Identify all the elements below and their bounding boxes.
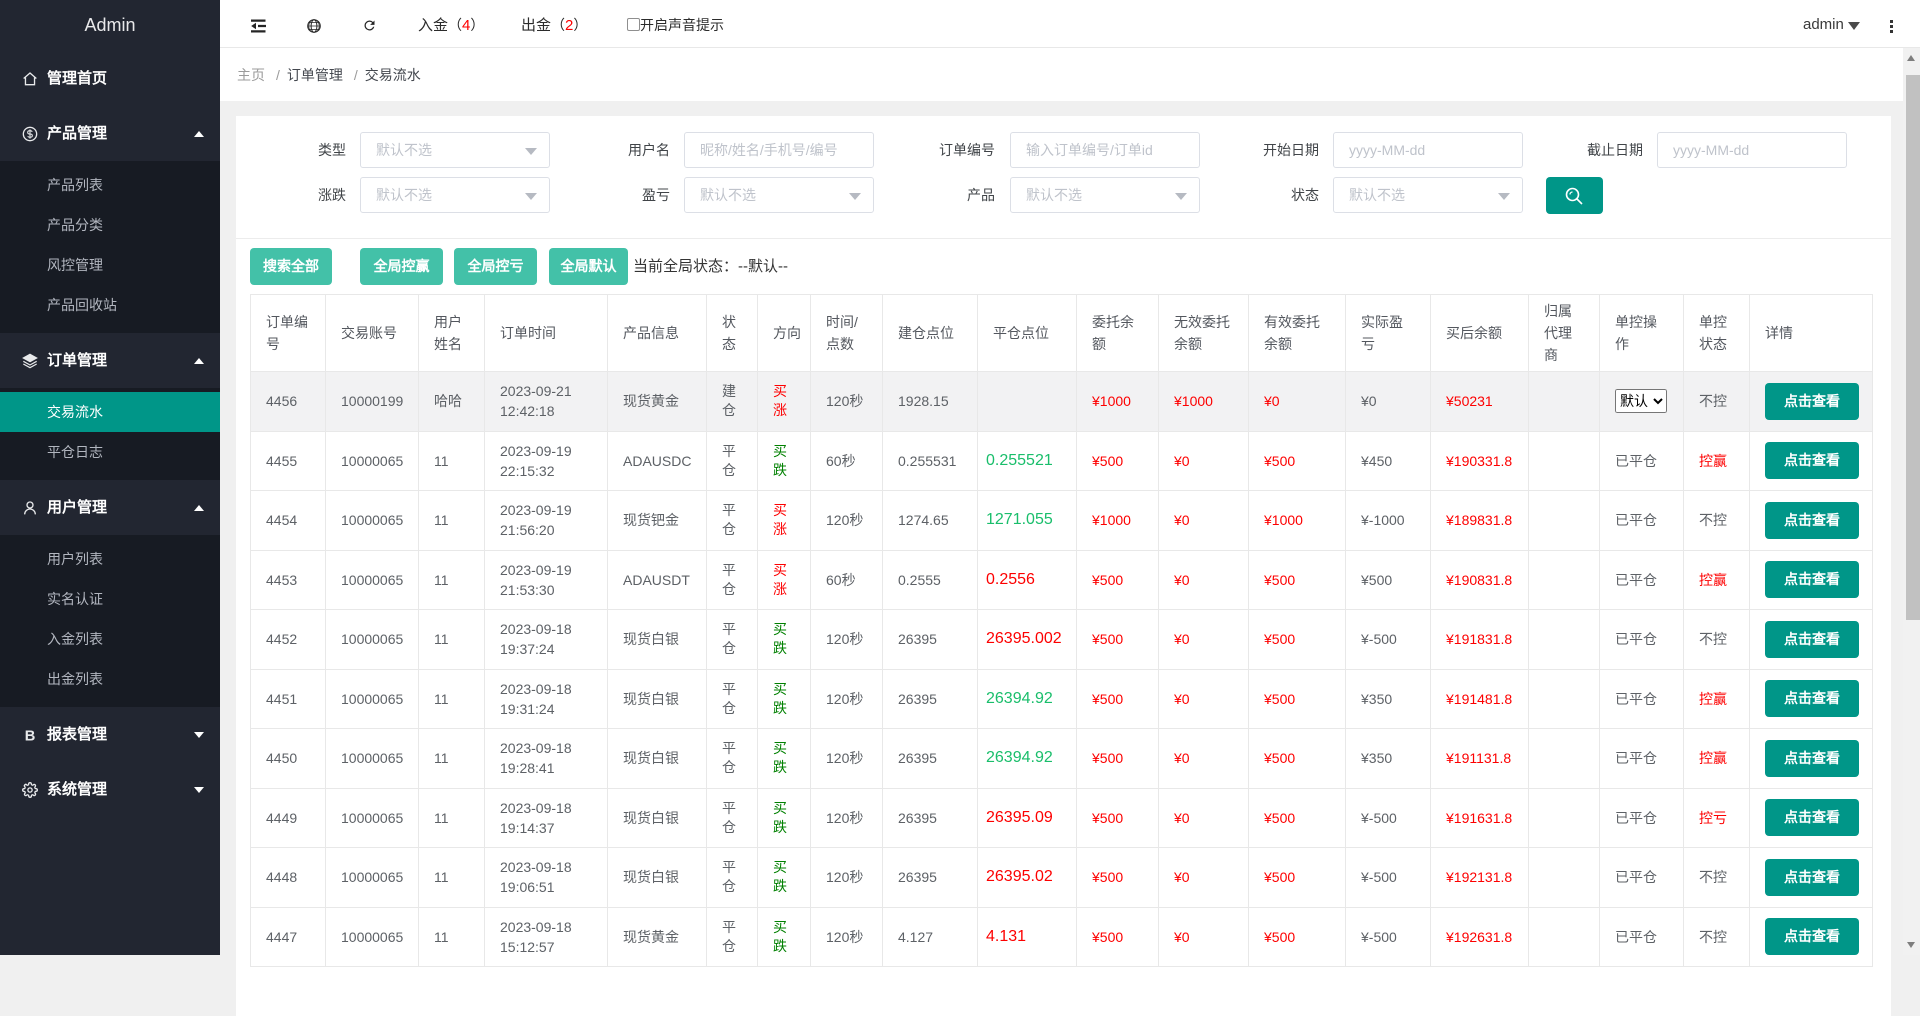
svg-text:B: B [25, 728, 36, 743]
